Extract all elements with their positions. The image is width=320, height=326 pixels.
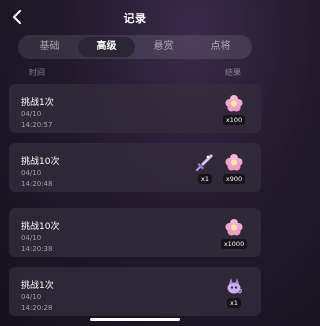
tab-advanced[interactable]: 高级 xyxy=(78,37,135,57)
tab-basic[interactable]: 基础 xyxy=(21,37,78,57)
purple-creature-icon xyxy=(227,278,242,294)
reward-item: x1 xyxy=(192,152,218,186)
tab-bar: 基础 高级 悬赏 点将 xyxy=(18,35,252,59)
record-date: 04/10 xyxy=(21,110,42,118)
record-title: 挑战10次 xyxy=(21,157,60,167)
reward-count: x100 xyxy=(222,115,246,125)
purple-sword-icon xyxy=(195,154,213,172)
page-title: 记录 xyxy=(123,12,147,25)
record-card: 挑战1次 04/10 14:20:28 x1 xyxy=(9,267,261,316)
header-bar: 记录 xyxy=(0,0,270,36)
pink-flower-icon xyxy=(225,219,243,236)
record-title: 挑战1次 xyxy=(21,98,54,108)
record-date: 04/10 xyxy=(21,234,42,242)
record-card: 挑战10次 04/10 14:20:48 x1 x900 xyxy=(9,143,261,192)
record-title: 挑战1次 xyxy=(21,281,54,291)
record-time: 14:20:48 xyxy=(21,180,53,188)
pink-flower-icon xyxy=(225,95,243,112)
record-title: 挑战10次 xyxy=(21,222,60,232)
pink-flower-icon xyxy=(225,154,243,171)
reward-item: x1 xyxy=(221,276,247,310)
tab-general[interactable]: 点将 xyxy=(192,37,249,57)
record-card: 挑战10次 04/10 14:20:38 x1000 xyxy=(9,208,261,257)
record-time: 14:20:28 xyxy=(21,304,53,312)
reward-item: x900 xyxy=(221,152,247,186)
column-header-result: 结果 xyxy=(225,68,241,77)
record-date: 04/10 xyxy=(21,169,42,177)
record-time: 14:20:38 xyxy=(21,245,53,253)
reward-count: x1 xyxy=(198,174,212,184)
reward-count: x1000 xyxy=(220,239,248,249)
home-indicator[interactable] xyxy=(90,318,180,321)
reward-count: x1 xyxy=(227,298,241,308)
reward-item: x100 xyxy=(221,93,247,127)
tab-bounty[interactable]: 悬赏 xyxy=(135,37,192,57)
column-header-time: 时间 xyxy=(29,68,45,77)
record-time: 14:20:57 xyxy=(21,121,53,129)
record-date: 04/10 xyxy=(21,293,42,301)
reward-item: x1000 xyxy=(220,217,248,251)
record-card: 挑战1次 04/10 14:20:57 x100 xyxy=(9,84,261,133)
reward-count: x900 xyxy=(222,174,246,184)
